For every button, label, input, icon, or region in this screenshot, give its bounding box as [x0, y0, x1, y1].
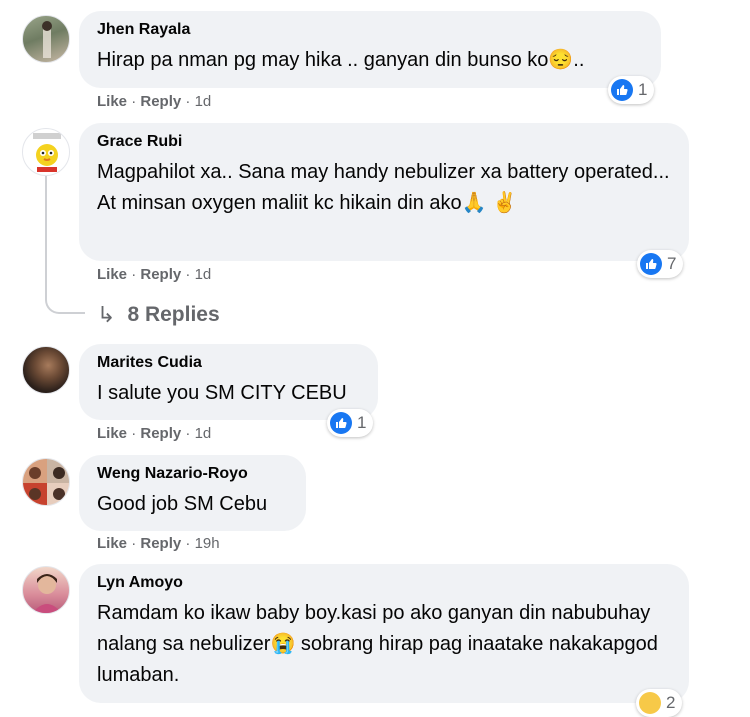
separator: · — [131, 425, 141, 442]
separator: · — [185, 266, 195, 283]
comment-actions: Like · Reply · 1d — [97, 266, 211, 283]
reply-arrow-icon: ↳ — [97, 302, 116, 327]
reply-link[interactable]: Reply — [140, 266, 181, 283]
like-reaction-icon — [330, 412, 352, 434]
avatar[interactable] — [22, 15, 70, 63]
like-link[interactable]: Like — [97, 266, 127, 283]
reaction-summary[interactable]: 7 — [637, 250, 684, 278]
comment-bubble: Lyn Amoyo Ramdam ko ikaw baby boy.kasi p… — [79, 564, 689, 703]
reaction-summary[interactable]: 1 — [608, 76, 655, 104]
reaction-count: 7 — [667, 254, 677, 273]
comment-bubble: Grace Rubi Magpahilot xa.. Sana may hand… — [79, 123, 689, 261]
commenter-name[interactable]: Marites Cudia — [97, 353, 360, 373]
reaction-count: 1 — [357, 413, 367, 432]
comment-bubble: Marites Cudia I salute you SM CITY CEBU — [79, 344, 378, 420]
separator: · — [131, 266, 141, 283]
comment-text: Ramdam ko ikaw baby boy.kasi po ako gany… — [97, 602, 658, 686]
comment-actions: Like · Reply · 1d — [97, 93, 211, 110]
comment-bubble: Weng Nazario-Royo Good job SM Cebu — [79, 455, 306, 531]
reply-link[interactable]: Reply — [140, 93, 181, 110]
reply-link[interactable]: Reply — [140, 425, 181, 442]
reply-link[interactable]: Reply — [140, 535, 181, 552]
reaction-count: 2 — [666, 693, 676, 712]
haha-reaction-icon — [639, 692, 661, 714]
avatar[interactable] — [22, 346, 70, 394]
comment-actions: Like · Reply · 1d — [97, 425, 211, 442]
comment-text: Good job SM Cebu — [97, 493, 268, 515]
separator: · — [185, 425, 195, 442]
commenter-name[interactable]: Weng Nazario-Royo — [97, 464, 288, 484]
timestamp[interactable]: 1d — [195, 266, 212, 283]
comment-text: I salute you SM CITY CEBU — [97, 382, 347, 404]
separator: · — [185, 535, 195, 552]
comment-bubble: Jhen Rayala Hirap pa nman pg may hika ..… — [79, 11, 661, 88]
comment-actions: Like · Reply · 19h — [97, 535, 220, 552]
comment-text: Magpahilot xa.. Sana may handy nebulizer… — [97, 161, 670, 214]
avatar[interactable] — [22, 566, 70, 614]
like-link[interactable]: Like — [97, 535, 127, 552]
view-replies-link[interactable]: ↳ 8 Replies — [97, 302, 220, 328]
separator: · — [131, 535, 141, 552]
separator: · — [131, 93, 141, 110]
commenter-name[interactable]: Grace Rubi — [97, 132, 671, 152]
timestamp[interactable]: 1d — [195, 93, 212, 110]
separator: · — [185, 93, 195, 110]
comment-text: Hirap pa nman pg may hika .. ganyan din … — [97, 49, 585, 71]
avatar[interactable] — [22, 128, 70, 176]
reaction-count: 1 — [638, 80, 648, 99]
like-reaction-icon — [640, 253, 662, 275]
avatar[interactable] — [22, 458, 70, 506]
reaction-summary[interactable]: 1 — [327, 409, 374, 437]
like-link[interactable]: Like — [97, 425, 127, 442]
commenter-name[interactable]: Lyn Amoyo — [97, 573, 671, 593]
like-reaction-icon — [611, 79, 633, 101]
reaction-summary[interactable]: 2 — [636, 689, 683, 717]
like-link[interactable]: Like — [97, 93, 127, 110]
timestamp[interactable]: 19h — [195, 535, 220, 552]
replies-label: 8 Replies — [127, 303, 220, 326]
timestamp[interactable]: 1d — [195, 425, 212, 442]
commenter-name[interactable]: Jhen Rayala — [97, 20, 643, 40]
